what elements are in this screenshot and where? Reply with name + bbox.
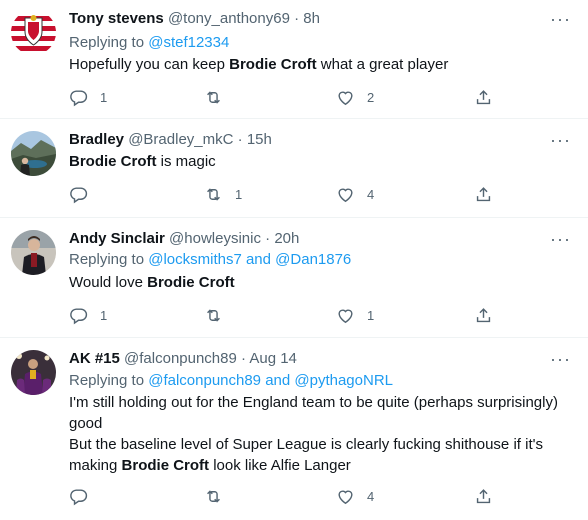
- tweet-text: Would love Brodie Croft: [69, 272, 574, 293]
- tweet-text-line: making Brodie Croft look like Alfie Lang…: [69, 455, 574, 476]
- tweet[interactable]: Tony stevens @tony_anthony69 · 8h ··· Re…: [0, 0, 588, 119]
- retweet-button[interactable]: [204, 485, 235, 507]
- user-handle[interactable]: @falconpunch89: [124, 350, 237, 367]
- timestamp[interactable]: 8h: [303, 10, 320, 27]
- display-name[interactable]: Andy Sinclair: [69, 230, 165, 247]
- user-handle[interactable]: @Bradley_mkC: [128, 131, 233, 148]
- reply-count: 1: [100, 89, 108, 105]
- reply-button[interactable]: 1: [69, 304, 107, 326]
- timestamp[interactable]: 20h: [274, 230, 299, 247]
- tweet-text-part: Would love: [69, 274, 148, 291]
- highlighted-term: Brodie Croft: [147, 274, 235, 291]
- avatar[interactable]: [11, 131, 56, 176]
- tweet-text-part: making: [69, 457, 122, 474]
- tweet-text-line: But the baseline level of Super League i…: [69, 436, 543, 453]
- tweet-text-part: what a great player: [316, 56, 449, 73]
- user-handle[interactable]: @tony_anthony69: [168, 10, 290, 27]
- more-icon[interactable]: ···: [550, 10, 570, 34]
- reply-icon: [69, 88, 88, 107]
- separator-dot: ·: [241, 350, 247, 367]
- tweet[interactable]: Andy Sinclair @howleysinic · 20h ··· Rep…: [0, 218, 588, 338]
- like-count: 1: [367, 307, 375, 323]
- more-icon[interactable]: ···: [550, 230, 570, 254]
- retweet-count: 1: [235, 186, 243, 202]
- highlighted-term: Brodie Croft: [121, 457, 210, 474]
- replying-to: Replying to @locksmiths7 and @Dan1876: [69, 250, 351, 270]
- heart-icon: [336, 306, 355, 325]
- share-button[interactable]: [474, 183, 493, 205]
- separator-dot: ·: [294, 10, 300, 27]
- reply-button[interactable]: [69, 183, 100, 205]
- share-button[interactable]: [474, 485, 493, 507]
- heart-icon: [336, 487, 355, 506]
- like-count: 4: [367, 488, 375, 504]
- replying-to: Replying to @stef12334: [69, 33, 229, 53]
- tweet-text-part: Hopefully you can keep: [69, 56, 230, 73]
- replying-to-label: Replying to: [69, 251, 145, 268]
- avatar[interactable]: [11, 10, 56, 55]
- separator-dot: ·: [237, 131, 243, 148]
- reply-icon: [69, 306, 88, 325]
- mention-link[interactable]: @falconpunch89 and @pythagoNRL: [148, 372, 393, 389]
- like-button[interactable]: 4: [336, 485, 374, 507]
- separator-dot: ·: [265, 230, 271, 247]
- like-button[interactable]: 1: [336, 304, 374, 326]
- display-name[interactable]: Bradley: [69, 131, 124, 148]
- replying-to: Replying to @falconpunch89 and @pythagoN…: [69, 371, 393, 391]
- tweet-actions: 4: [69, 485, 499, 507]
- retweet-icon: [204, 185, 223, 204]
- share-button[interactable]: [474, 304, 493, 326]
- tweet-text: I'm still holding out for the England te…: [69, 392, 574, 476]
- tweet-text: Hopefully you can keep Brodie Croft what…: [69, 54, 574, 75]
- heart-icon: [336, 88, 355, 107]
- like-count: 2: [367, 89, 375, 105]
- tweet-actions: 1 2: [69, 86, 499, 108]
- timestamp[interactable]: 15h: [247, 131, 272, 148]
- mention-link[interactable]: @stef12334: [148, 34, 229, 51]
- timestamp[interactable]: Aug 14: [249, 350, 297, 367]
- retweet-button[interactable]: 1: [204, 183, 242, 205]
- display-name[interactable]: Tony stevens: [69, 10, 164, 27]
- replying-to-label: Replying to: [69, 34, 145, 51]
- reply-icon: [69, 185, 88, 204]
- share-icon: [474, 487, 493, 506]
- tweet-actions: 1 4: [69, 183, 499, 205]
- like-count: 4: [367, 186, 375, 202]
- mention-link[interactable]: @locksmiths7 and @Dan1876: [148, 251, 351, 268]
- tweet-actions: 1 1: [69, 304, 499, 326]
- retweet-icon: [204, 306, 223, 325]
- like-button[interactable]: 4: [336, 183, 374, 205]
- share-icon: [474, 306, 493, 325]
- retweet-button[interactable]: [204, 304, 235, 326]
- reply-button[interactable]: 1: [69, 86, 107, 108]
- more-icon[interactable]: ···: [550, 350, 570, 374]
- reply-count: 1: [100, 307, 108, 323]
- tweet[interactable]: AK #15 @falconpunch89 · Aug 14 ··· Reply…: [0, 338, 588, 520]
- retweet-icon: [204, 88, 223, 107]
- tweet-text: Brodie Croft is magic: [69, 151, 574, 172]
- share-button[interactable]: [474, 86, 493, 108]
- user-handle[interactable]: @howleysinic: [169, 230, 261, 247]
- highlighted-term: Brodie Croft: [229, 56, 317, 73]
- display-name[interactable]: AK #15: [69, 350, 120, 367]
- avatar[interactable]: [11, 350, 56, 395]
- replying-to-label: Replying to: [69, 372, 145, 389]
- heart-icon: [336, 185, 355, 204]
- tweet[interactable]: Bradley @Bradley_mkC · 15h ··· Brodie Cr…: [0, 119, 588, 218]
- reply-icon: [69, 487, 88, 506]
- tweet-text-line: I'm still holding out for the England te…: [69, 394, 558, 411]
- reply-button[interactable]: [69, 485, 100, 507]
- retweet-icon: [204, 487, 223, 506]
- tweet-text-part: look like Alfie Langer: [209, 457, 351, 474]
- share-icon: [474, 88, 493, 107]
- like-button[interactable]: 2: [336, 86, 374, 108]
- share-icon: [474, 185, 493, 204]
- retweet-button[interactable]: [204, 86, 235, 108]
- tweet-text-line: good: [69, 415, 103, 432]
- avatar[interactable]: [11, 230, 56, 275]
- highlighted-term: Brodie Croft: [69, 153, 157, 170]
- tweet-text-part: is magic: [156, 153, 216, 170]
